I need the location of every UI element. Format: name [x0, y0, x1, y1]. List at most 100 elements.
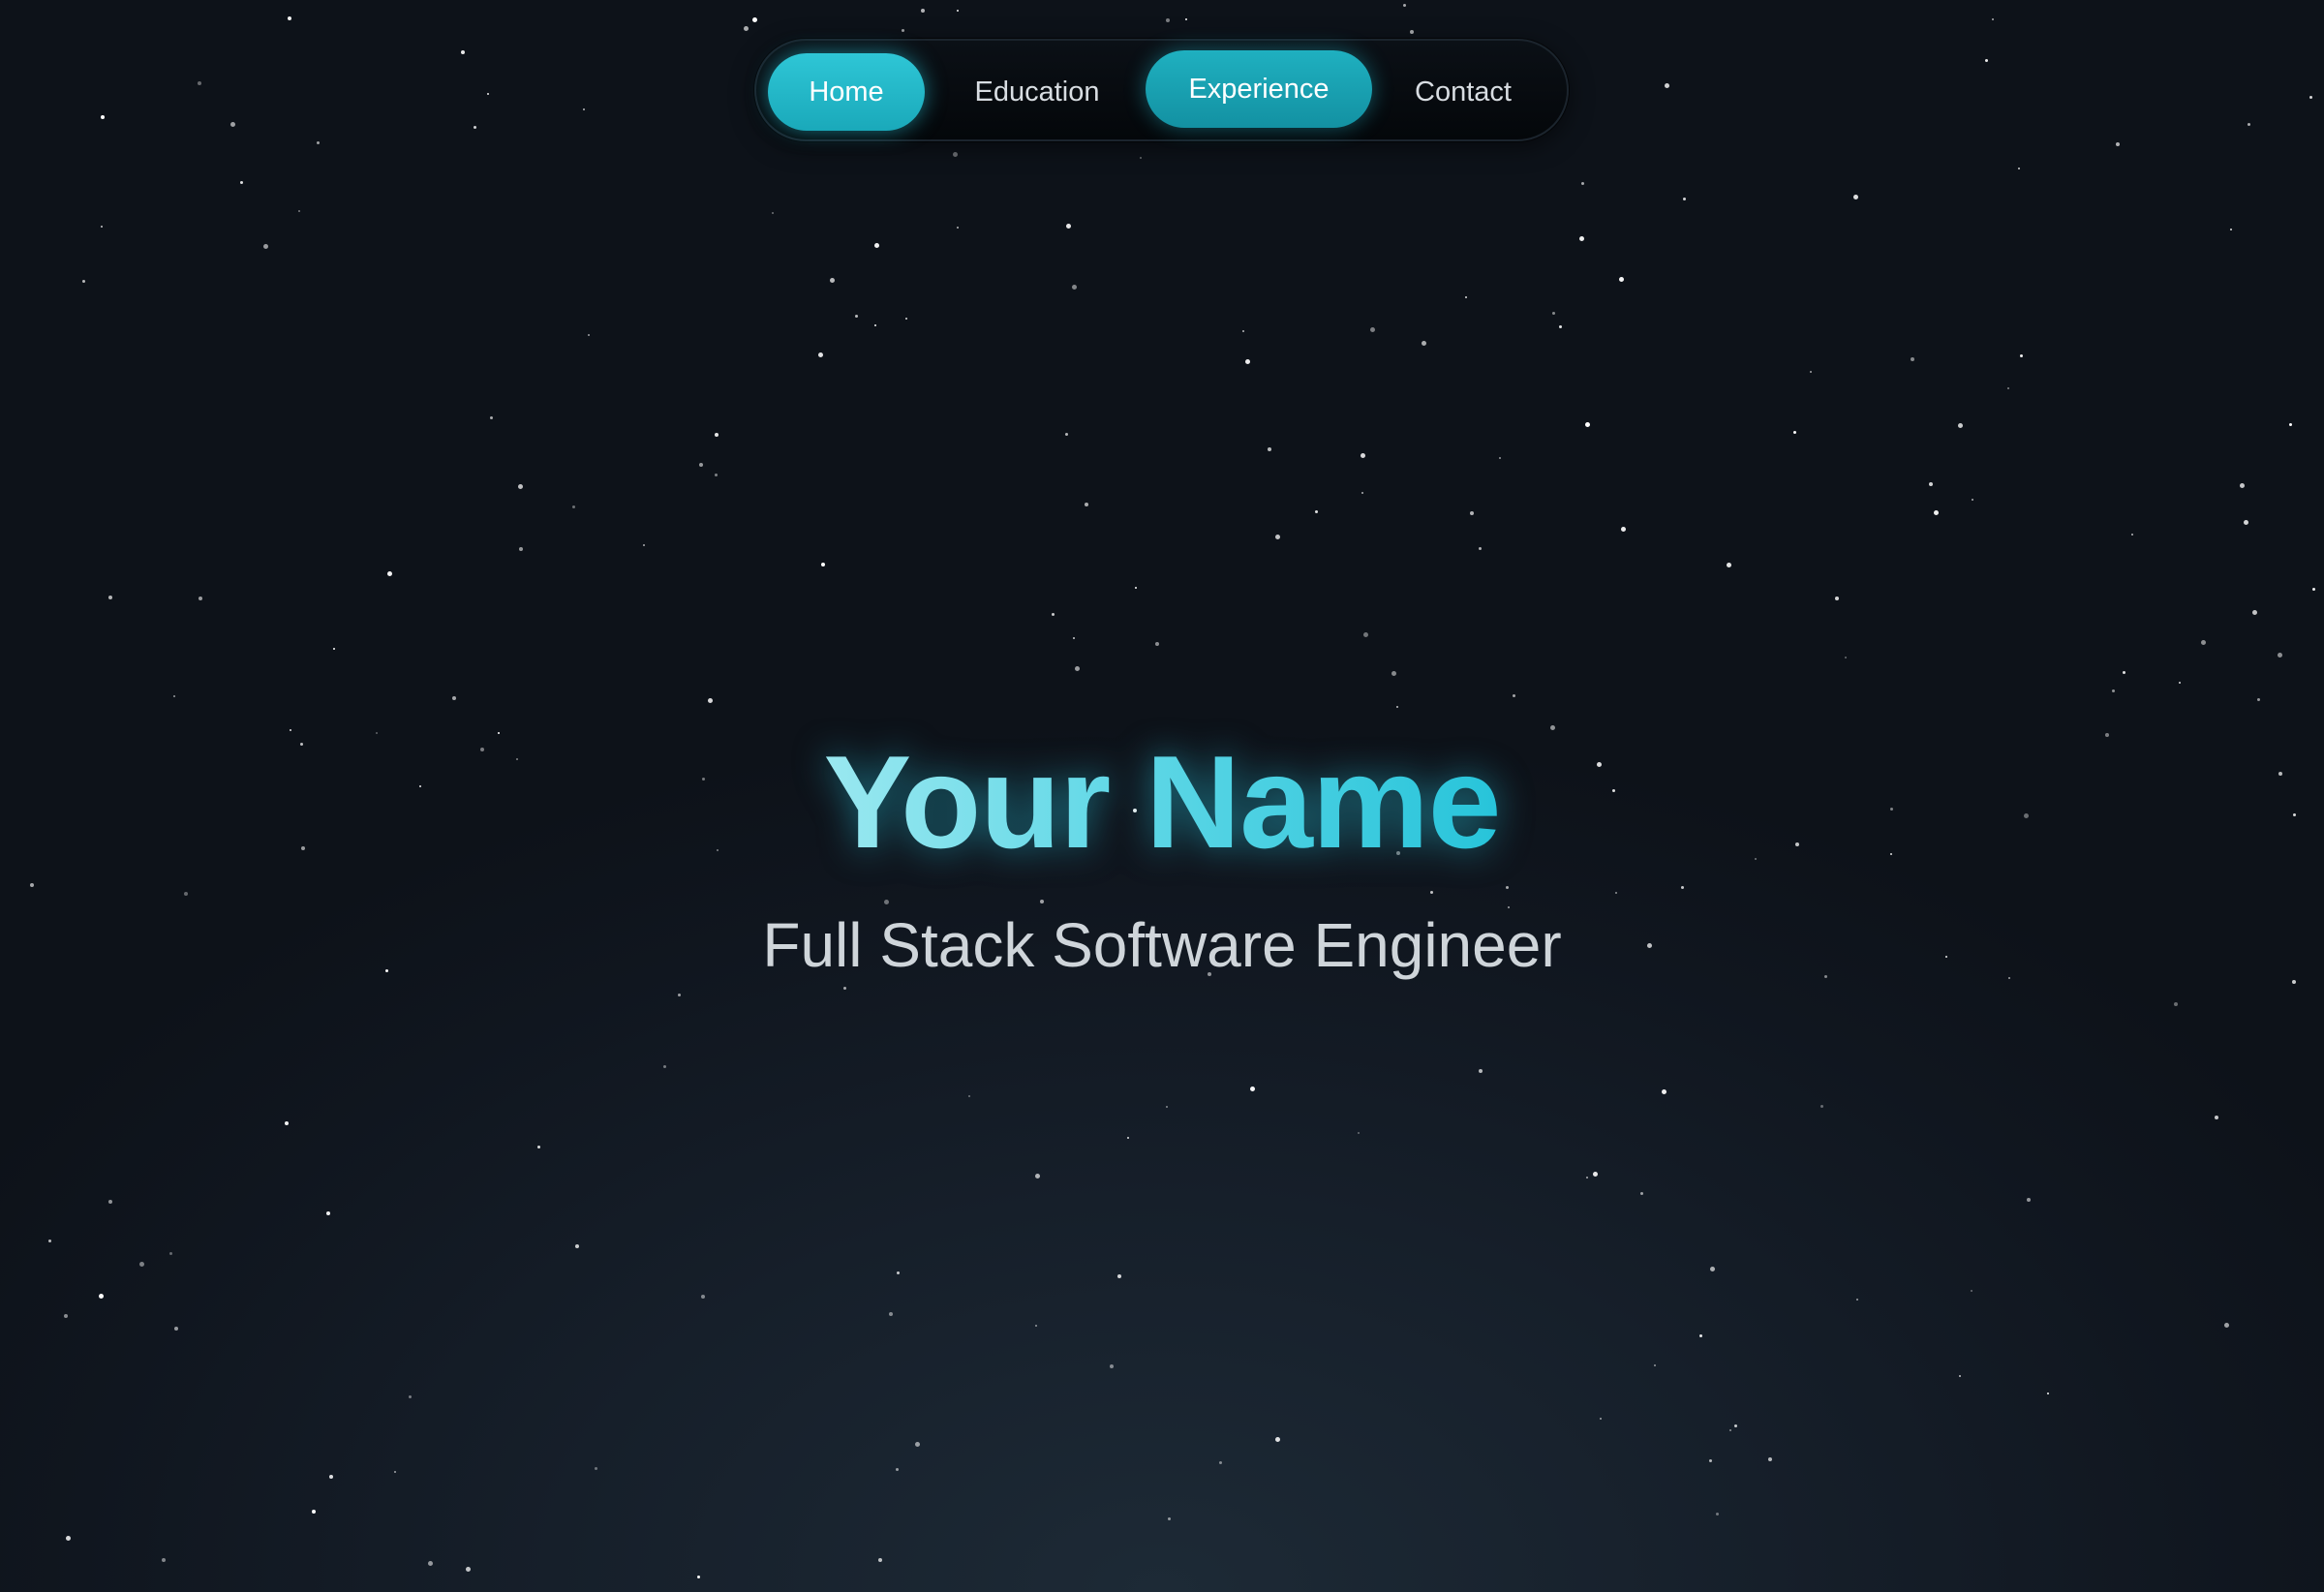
star-dot	[1370, 327, 1375, 332]
star-dot	[1403, 4, 1406, 7]
star-dot	[957, 10, 959, 12]
star-dot	[2257, 698, 2260, 701]
star-dot	[64, 1314, 68, 1318]
star-dot	[1396, 706, 1398, 708]
nav-experience-button[interactable]: Experience	[1146, 50, 1372, 128]
star-dot	[82, 280, 85, 283]
star-dot	[108, 596, 112, 599]
star-dot	[1072, 285, 1077, 290]
star-dot	[240, 181, 243, 184]
star-dot	[99, 1294, 104, 1299]
star-dot	[1727, 563, 1731, 567]
star-dot	[896, 1468, 899, 1471]
hero-name-text: Your Name	[823, 728, 1502, 875]
star-dot	[1391, 671, 1396, 676]
star-dot	[452, 696, 456, 700]
star-dot	[333, 648, 335, 650]
star-dot	[1250, 1087, 1255, 1091]
star-dot	[921, 9, 925, 13]
star-dot	[843, 987, 846, 990]
star-dot	[317, 141, 320, 144]
star-dot	[595, 1467, 597, 1470]
hero-subtitle: Full Stack Software Engineer	[762, 910, 1562, 980]
star-dot	[1681, 886, 1684, 889]
star-dot	[2047, 1393, 2049, 1394]
star-dot	[537, 1146, 540, 1148]
star-dot	[1052, 613, 1055, 616]
star-dot	[744, 26, 749, 31]
star-dot	[1506, 886, 1509, 889]
star-dot	[66, 1536, 71, 1541]
star-dot	[874, 243, 879, 248]
star-dot	[2116, 142, 2120, 146]
star-dot	[2007, 387, 2009, 389]
star-dot	[1856, 1299, 1858, 1301]
star-dot	[263, 244, 268, 249]
star-dot	[2018, 168, 2020, 169]
star-dot	[184, 892, 188, 896]
star-dot	[588, 334, 590, 336]
star-dot	[2123, 671, 2125, 674]
star-dot	[1315, 510, 1318, 513]
star-dot	[1075, 666, 1080, 671]
star-dot	[821, 563, 825, 566]
star-dot	[1465, 296, 1467, 298]
star-dot	[2020, 354, 2023, 357]
star-dot	[1110, 1364, 1114, 1368]
star-dot	[1479, 1069, 1483, 1073]
star-dot	[174, 1327, 178, 1331]
star-dot	[394, 1471, 396, 1473]
star-dot	[1992, 18, 1994, 20]
star-dot	[1168, 1517, 1171, 1520]
star-dot	[1140, 157, 1142, 159]
star-dot	[1709, 1459, 1712, 1462]
star-dot	[1410, 30, 1414, 34]
star-dot	[1552, 312, 1555, 315]
star-dot	[1479, 547, 1482, 550]
star-dot	[1470, 511, 1474, 515]
star-dot	[2309, 96, 2312, 99]
star-dot	[1654, 1364, 1656, 1366]
star-dot	[1615, 892, 1617, 894]
star-dot	[2289, 423, 2292, 426]
star-dot	[884, 900, 889, 904]
star-dot	[968, 1095, 970, 1097]
star-dot	[1499, 457, 1501, 459]
star-dot	[874, 324, 876, 326]
star-dot	[230, 122, 235, 127]
star-dot	[772, 212, 774, 214]
star-dot	[902, 29, 904, 32]
star-dot	[1035, 1325, 1037, 1327]
star-dot	[1513, 694, 1515, 697]
star-dot	[519, 547, 523, 551]
star-dot	[474, 126, 476, 129]
star-dot	[30, 883, 34, 887]
star-dot	[487, 93, 489, 95]
star-dot	[101, 226, 103, 228]
star-dot	[1135, 587, 1137, 589]
star-dot	[1710, 1267, 1715, 1271]
star-dot	[101, 115, 105, 119]
star-dot	[1040, 900, 1044, 903]
star-dot	[1585, 422, 1590, 427]
star-dot	[1683, 198, 1686, 200]
star-dot	[1971, 1290, 1972, 1292]
star-dot	[1972, 499, 1973, 501]
star-dot	[1959, 1375, 1961, 1377]
nav-home-button[interactable]: Home	[768, 53, 925, 131]
star-dot	[752, 17, 757, 22]
star-dot	[2112, 689, 2115, 692]
nav-contact-link[interactable]: Contact	[1386, 53, 1541, 131]
star-dot	[1422, 341, 1426, 346]
star-dot	[169, 1252, 172, 1255]
star-dot	[1117, 1274, 1121, 1278]
star-dot	[409, 1395, 412, 1398]
star-dot	[326, 1211, 330, 1215]
star-dot	[2312, 588, 2315, 591]
star-dot	[288, 16, 291, 20]
star-dot	[1275, 1437, 1280, 1442]
star-dot	[298, 210, 300, 212]
star-dot	[1361, 453, 1365, 458]
star-dot	[678, 994, 681, 996]
nav-education-link[interactable]: Education	[950, 53, 1124, 131]
